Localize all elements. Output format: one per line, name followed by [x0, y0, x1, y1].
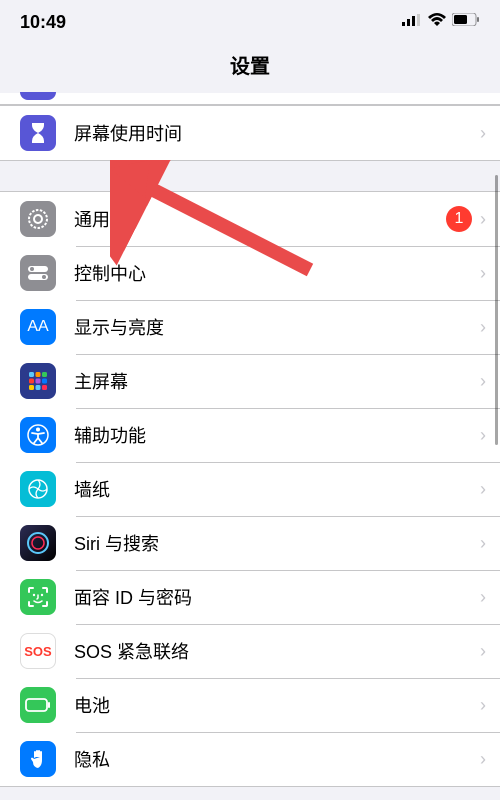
hourglass-icon	[20, 115, 56, 151]
row-label: 电池	[74, 692, 472, 718]
row-label: 辅助功能	[74, 422, 472, 448]
row-privacy[interactable]: 隐私 ›	[0, 732, 500, 786]
row-label: Siri 与搜索	[74, 530, 472, 556]
row-accessibility[interactable]: 辅助功能 ›	[0, 408, 500, 462]
accessibility-icon	[20, 417, 56, 453]
status-bar: 10:49	[0, 0, 500, 44]
status-indicators	[402, 13, 480, 31]
siri-icon	[20, 525, 56, 561]
row-label: 隐私	[74, 746, 472, 772]
chevron-right-icon: ›	[480, 749, 486, 770]
gear-icon	[20, 201, 56, 237]
chevron-right-icon: ›	[480, 425, 486, 446]
chevron-right-icon: ›	[480, 587, 486, 608]
toggles-icon	[20, 255, 56, 291]
chevron-right-icon: ›	[480, 209, 486, 230]
section-gap	[0, 161, 500, 191]
row-label: 面容 ID 与密码	[74, 584, 472, 610]
partial-previous-row	[0, 93, 500, 105]
text-size-icon: AA	[20, 309, 56, 345]
face-id-icon	[20, 579, 56, 615]
row-display-brightness[interactable]: AA 显示与亮度 ›	[0, 300, 500, 354]
chevron-right-icon: ›	[480, 479, 486, 500]
row-home-screen[interactable]: 主屏幕 ›	[0, 354, 500, 408]
row-label: 主屏幕	[74, 368, 472, 394]
scrollbar[interactable]	[495, 175, 498, 445]
battery-icon	[452, 13, 480, 31]
row-face-id[interactable]: 面容 ID 与密码 ›	[0, 570, 500, 624]
home-grid-icon	[20, 363, 56, 399]
row-general[interactable]: 通用 1 ›	[0, 192, 500, 246]
signal-icon	[402, 13, 422, 31]
row-wallpaper[interactable]: 墙纸 ›	[0, 462, 500, 516]
sos-icon: SOS	[20, 633, 56, 669]
chevron-right-icon: ›	[480, 263, 486, 284]
chevron-right-icon: ›	[480, 533, 486, 554]
row-label: 墙纸	[74, 476, 472, 502]
row-label: 屏幕使用时间	[74, 120, 472, 146]
row-label: 显示与亮度	[74, 314, 472, 340]
battery-settings-icon	[20, 687, 56, 723]
page-title: 设置	[0, 44, 500, 93]
row-sos[interactable]: SOS SOS 紧急联络 ›	[0, 624, 500, 678]
hand-icon	[20, 741, 56, 777]
row-battery[interactable]: 电池 ›	[0, 678, 500, 732]
settings-section-2: 通用 1 › 控制中心 › AA 显示与亮度 › 主屏幕 › 辅助功能 ›	[0, 191, 500, 787]
settings-section-1: 屏幕使用时间 ›	[0, 105, 500, 161]
chevron-right-icon: ›	[480, 371, 486, 392]
status-time: 10:49	[20, 12, 66, 33]
chevron-right-icon: ›	[480, 123, 486, 144]
row-label: 通用	[74, 206, 446, 232]
chevron-right-icon: ›	[480, 695, 486, 716]
notification-badge: 1	[446, 206, 472, 232]
chevron-right-icon: ›	[480, 641, 486, 662]
row-siri-search[interactable]: Siri 与搜索 ›	[0, 516, 500, 570]
row-label: 控制中心	[74, 260, 472, 286]
row-control-center[interactable]: 控制中心 ›	[0, 246, 500, 300]
wifi-icon	[428, 13, 446, 31]
row-screen-time[interactable]: 屏幕使用时间 ›	[0, 106, 500, 160]
row-label: SOS 紧急联络	[74, 638, 472, 664]
chevron-right-icon: ›	[480, 317, 486, 338]
wallpaper-icon	[20, 471, 56, 507]
